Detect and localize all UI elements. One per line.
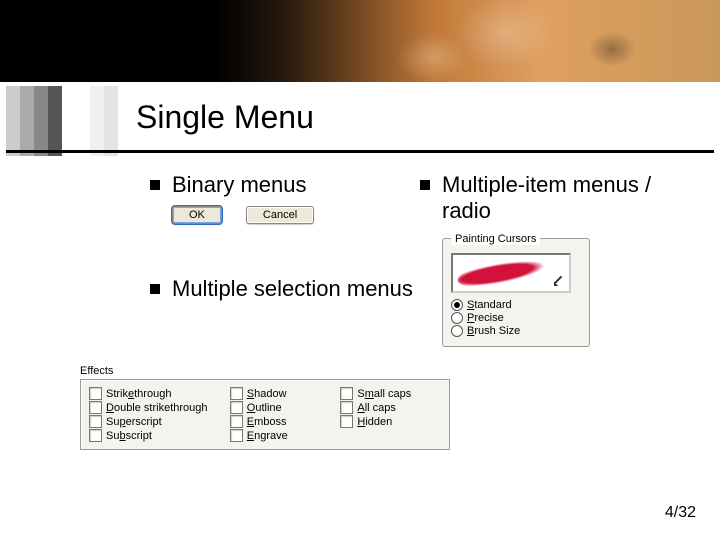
- checkbox-option-superscript[interactable]: Superscript: [89, 415, 220, 428]
- checkbox-option-subscript[interactable]: Subscript: [89, 429, 220, 442]
- checkbox-label: Hidden: [357, 416, 392, 428]
- checkbox-option-double-strikethrough[interactable]: Double strikethrough: [89, 401, 220, 414]
- checkbox-option-strikethrough[interactable]: Strikethrough: [89, 387, 220, 400]
- header-strip: Single Menu: [0, 82, 720, 152]
- checkbox-label: All caps: [357, 402, 396, 414]
- checkbox-label: Shadow: [247, 388, 287, 400]
- radio-option-brush-size[interactable]: Brush Size: [451, 325, 581, 337]
- bullet-text: Multiple-item menus / radio: [442, 172, 680, 225]
- painting-cursors-group: Painting Cursors StandardPreciseBrush Si…: [442, 233, 590, 347]
- effects-panel: Effects Strikethrough Double strikethroug…: [80, 365, 450, 450]
- radio-panel: Painting Cursors StandardPreciseBrush Si…: [442, 233, 590, 347]
- radio-option-standard[interactable]: Standard: [451, 299, 581, 311]
- ok-button[interactable]: OK: [172, 206, 222, 224]
- bullet-multiple-item-radio: Multiple-item menus / radio: [420, 172, 680, 225]
- checkbox-icon: [230, 387, 243, 400]
- checkbox-option-all-caps[interactable]: All caps: [340, 401, 441, 414]
- bullet-square-icon: [150, 180, 160, 190]
- checkbox-label: Engrave: [247, 430, 288, 442]
- title-underline: [6, 150, 714, 153]
- pencil-icon: [551, 275, 563, 287]
- bullet-text: Binary menus: [172, 172, 307, 198]
- bullet-text: Multiple selection menus: [172, 276, 413, 302]
- checkbox-label: Emboss: [247, 416, 287, 428]
- bullet-square-icon: [150, 284, 160, 294]
- radio-label: Precise: [467, 312, 504, 324]
- checkbox-option-emboss[interactable]: Emboss: [230, 415, 331, 428]
- checkbox-icon: [340, 401, 353, 414]
- radio-label: Brush Size: [467, 325, 520, 337]
- checkbox-icon: [89, 387, 102, 400]
- checkbox-label: Strikethrough: [106, 388, 171, 400]
- checker-decoration: [0, 82, 130, 152]
- checkbox-icon: [89, 401, 102, 414]
- checkbox-option-shadow[interactable]: Shadow: [230, 387, 331, 400]
- brush-stroke-icon: [456, 250, 559, 293]
- checkbox-option-engrave[interactable]: Engrave: [230, 429, 331, 442]
- binary-button-row: OK Cancel: [172, 206, 420, 224]
- checkbox-option-small-caps[interactable]: Small caps: [340, 387, 441, 400]
- checkbox-label: Double strikethrough: [106, 402, 208, 414]
- bullet-square-icon: [420, 180, 430, 190]
- bullet-binary-menus: Binary menus: [150, 172, 420, 198]
- slide-title: Single Menu: [136, 99, 314, 136]
- checkbox-label: Small caps: [357, 388, 411, 400]
- checkbox-icon: [230, 415, 243, 428]
- page-number: 4/32: [665, 504, 696, 522]
- radio-label: Standard: [467, 299, 512, 311]
- cancel-button[interactable]: Cancel: [246, 206, 314, 224]
- checkbox-icon: [89, 415, 102, 428]
- checkbox-icon: [340, 387, 353, 400]
- radio-icon: [451, 299, 463, 311]
- effects-box: Strikethrough Double strikethrough Supersc…: [80, 379, 450, 450]
- checkbox-icon: [230, 429, 243, 442]
- effects-label: Effects: [80, 365, 450, 377]
- checkbox-icon: [89, 429, 102, 442]
- radio-icon: [451, 312, 463, 324]
- checkbox-icon: [340, 415, 353, 428]
- bullet-multiple-selection: Multiple selection menus: [150, 276, 420, 302]
- checkbox-icon: [230, 401, 243, 414]
- checkbox-option-hidden[interactable]: Hidden: [340, 415, 441, 428]
- radio-option-precise[interactable]: Precise: [451, 312, 581, 324]
- cursor-preview: [451, 253, 571, 293]
- checkbox-label: Outline: [247, 402, 282, 414]
- radio-group-legend: Painting Cursors: [451, 233, 540, 245]
- banner-image: [0, 0, 720, 82]
- checkbox-label: Subscript: [106, 430, 152, 442]
- checkbox-label: Superscript: [106, 416, 162, 428]
- checkbox-option-outline[interactable]: Outline: [230, 401, 331, 414]
- radio-icon: [451, 325, 463, 337]
